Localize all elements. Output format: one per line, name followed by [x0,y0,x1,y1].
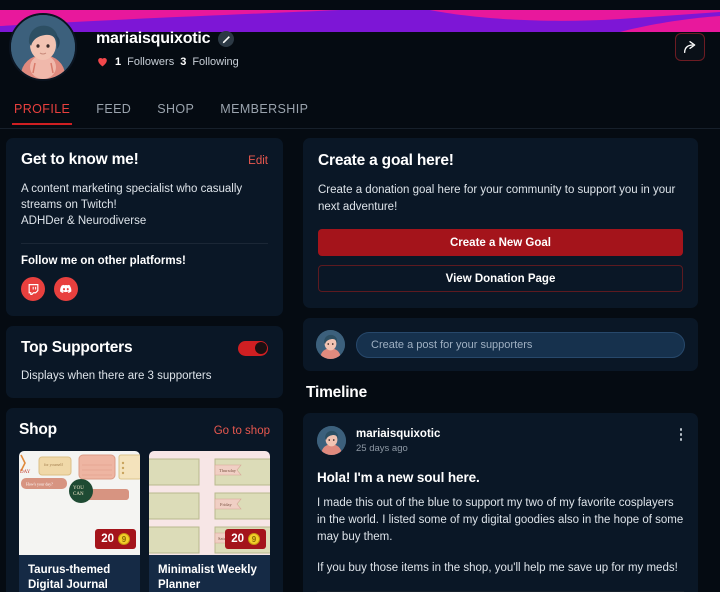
post-body: I made this out of the blue to support m… [317,495,684,577]
profile-header: mariaisquixotic 1 Followers 3 Following [0,0,720,96]
supporters-header: Top Supporters [21,339,268,357]
about-divider [21,243,268,244]
coin-icon: 9 [248,533,260,545]
tab-shop[interactable]: SHOP [144,99,207,125]
about-title: Get to know me! [21,151,139,168]
tab-feed[interactable]: FEED [83,99,144,125]
composer-avatar[interactable] [316,330,345,359]
shop-title: Shop [19,421,57,438]
coin-icon: 9 [118,533,130,545]
right-column: Create a goal here! Create a donation go… [303,138,698,592]
username-row: mariaisquixotic [96,30,239,48]
about-line-1: A content marketing specialist who casua… [21,183,243,211]
avatar-image-small [317,426,346,455]
svg-text:Friday: Friday [220,502,232,507]
post-composer [303,318,698,371]
post-identity: mariaisquixotic 25 days ago [356,428,440,454]
post-avatar[interactable] [317,426,346,455]
create-new-goal-button[interactable]: Create a New Goal [318,229,683,256]
following-count: 3 [180,55,187,68]
shop-header: Shop Go to shop [19,421,270,439]
view-donation-page-button[interactable]: View Donation Page [318,265,683,292]
price-badge: 20 9 [225,529,266,549]
post-timestamp: 25 days ago [356,442,408,454]
supporters-title: Top Supporters [21,339,133,356]
pencil-glyph [222,35,230,43]
kebab-dot [679,433,682,436]
shop-item-meta: Taurus-themed Digital Journal Page DIGIT… [19,555,140,592]
toggle-knob [254,342,267,354]
shop-item-meta: Minimalist Weekly Planner DIGITAL GOODS [149,555,270,592]
about-line-2: ADHDer & Neurodiverse [21,215,147,227]
profile-page: mariaisquixotic 1 Followers 3 Following [0,0,720,592]
follow-platforms-label: Follow me on other platforms! [21,255,186,267]
post-paragraph: If you buy those items in the shop, you'… [317,562,678,574]
tab-membership[interactable]: MEMBERSHIP [207,99,321,125]
shop-item[interactable]: Thursday Friday Saturday 20 9 Minimalist [149,451,270,592]
svg-text:Thursday: Thursday [219,468,237,473]
about-edit-link[interactable]: Edit [248,155,268,167]
kebab-dot [679,428,682,431]
avatar-image [11,15,75,79]
avatar[interactable] [9,13,77,81]
timeline-post: mariaisquixotic 25 days ago Hola! I'm a … [303,413,698,592]
goal-card: Create a goal here! Create a donation go… [303,138,698,308]
timeline-title: Timeline [306,384,367,401]
discord-glyph [60,284,72,293]
followers-label: Followers [127,55,175,68]
svg-text:How's your day?: How's your day? [26,482,53,487]
twitch-glyph [28,283,38,295]
composer-input[interactable] [356,331,685,358]
price-badge: 20 9 [95,529,136,549]
shop-grid: for yourself How's your day? YOU CAN DAY… [19,451,270,592]
goal-title: Create a goal here! [318,152,454,169]
share-button[interactable] [675,33,705,61]
post-header: mariaisquixotic 25 days ago [317,426,684,455]
identity-block: mariaisquixotic 1 Followers 3 Following [96,30,239,68]
supporters-subtitle: Displays when there are 3 supporters [21,370,212,382]
followers-count: 1 [115,55,122,68]
svg-text:CAN: CAN [73,492,84,497]
about-card: Get to know me! Edit A content marketing… [6,138,283,316]
shop-item-thumbnail: for yourself How's your day? YOU CAN DAY… [19,451,140,555]
supporters-toggle[interactable] [238,340,268,356]
avatar-image-small [316,330,345,359]
post-title: Hola! I'm a new soul here. [317,470,480,485]
left-column: Get to know me! Edit A content marketing… [6,138,283,592]
page-title: mariaisquixotic [96,30,211,47]
about-header: Get to know me! Edit [21,151,268,169]
profile-tabs: PROFILE FEED SHOP MEMBERSHIP [0,99,720,129]
shop-item-name: Minimalist Weekly Planner [158,564,257,591]
shop-card: Shop Go to shop for yourself How's your … [6,408,283,592]
shop-item-price: 20 [101,533,114,545]
twitch-icon[interactable] [21,277,45,301]
svg-text:for yourself: for yourself [44,462,63,467]
shop-item-name: Taurus-themed Digital Journal Page [28,564,111,591]
goal-description: Create a donation goal here for your com… [318,184,676,213]
top-supporters-card: Top Supporters Displays when there are 3… [6,326,283,398]
go-to-shop-link[interactable]: Go to shop [214,425,270,437]
post-menu-icon[interactable] [679,428,682,441]
discord-icon[interactable] [54,277,78,301]
post-author: mariaisquixotic [356,427,441,440]
post-paragraph: I made this out of the blue to support m… [317,497,684,543]
social-links [21,277,268,301]
svg-text:DAY: DAY [20,470,31,475]
shop-item-thumbnail: Thursday Friday Saturday 20 9 [149,451,270,555]
kebab-dot [679,438,682,441]
heart-icon [98,57,107,67]
about-body: A content marketing specialist who casua… [21,181,268,229]
svg-text:YOU: YOU [73,486,84,491]
follow-stats: 1 Followers 3 Following [96,55,239,68]
shop-item[interactable]: for yourself How's your day? YOU CAN DAY… [19,451,140,592]
pencil-icon[interactable] [218,31,235,47]
share-arrow-icon [684,41,696,53]
shop-item-price: 20 [231,533,244,545]
tab-profile[interactable]: PROFILE [1,99,83,125]
following-label: Following [192,55,239,68]
